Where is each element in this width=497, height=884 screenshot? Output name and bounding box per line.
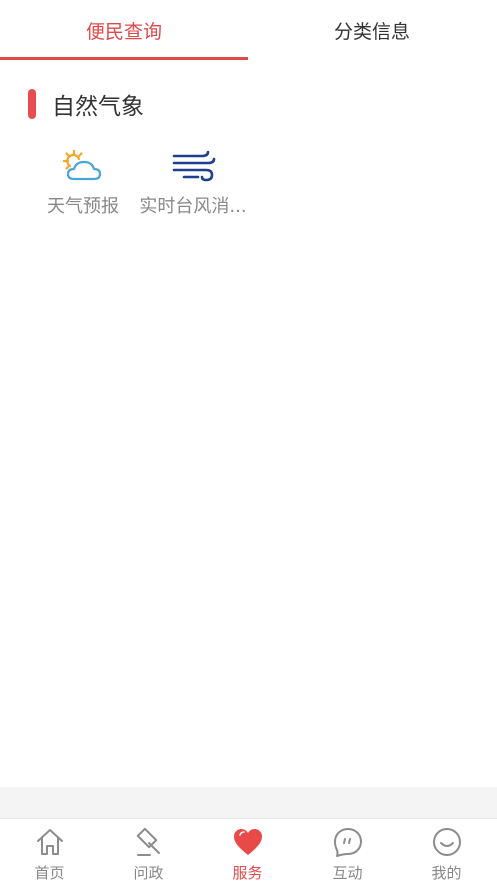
tab-label: 分类信息 bbox=[333, 20, 410, 43]
nav-item-home[interactable]: 首页 bbox=[0, 819, 99, 884]
nav-label: 服务 bbox=[232, 864, 263, 882]
tab-label: 便民查询 bbox=[85, 20, 162, 43]
nav-item-service[interactable]: 服务 bbox=[198, 819, 297, 884]
nav-label: 首页 bbox=[34, 864, 65, 882]
section-title: 自然气象 bbox=[52, 94, 144, 120]
active-tab-indicator bbox=[0, 57, 248, 60]
top-tab-bar: 便民查询 分类信息 bbox=[0, 0, 497, 60]
chat-bubble-icon bbox=[332, 826, 364, 858]
service-label: 实时台风消... bbox=[139, 196, 247, 217]
weather-sun-cloud-icon bbox=[60, 148, 106, 186]
gavel-icon bbox=[133, 826, 165, 858]
section-header: 自然气象 bbox=[28, 88, 144, 120]
bottom-spacer bbox=[0, 787, 497, 818]
service-label: 天气预报 bbox=[47, 196, 119, 217]
home-icon bbox=[34, 826, 66, 858]
wind-icon bbox=[170, 148, 216, 186]
smile-face-icon bbox=[431, 826, 463, 858]
nav-label: 互动 bbox=[332, 864, 363, 882]
tab-convenience-query[interactable]: 便民查询 bbox=[0, 0, 248, 60]
nav-item-interact[interactable]: 互动 bbox=[298, 819, 397, 884]
nav-item-mine[interactable]: 我的 bbox=[397, 819, 496, 884]
nav-label: 问政 bbox=[133, 864, 164, 882]
nav-item-politics[interactable]: 问政 bbox=[99, 819, 198, 884]
heart-icon bbox=[232, 826, 264, 858]
nav-label: 我的 bbox=[431, 864, 462, 882]
bottom-navigation: 首页 问政 服务 互动 我的 bbox=[0, 818, 497, 884]
section-accent-bar bbox=[28, 89, 36, 119]
service-weather-forecast[interactable]: 天气预报 bbox=[28, 148, 138, 218]
tab-classified-info[interactable]: 分类信息 bbox=[248, 0, 496, 60]
service-typhoon-news[interactable]: 实时台风消... bbox=[138, 148, 248, 218]
